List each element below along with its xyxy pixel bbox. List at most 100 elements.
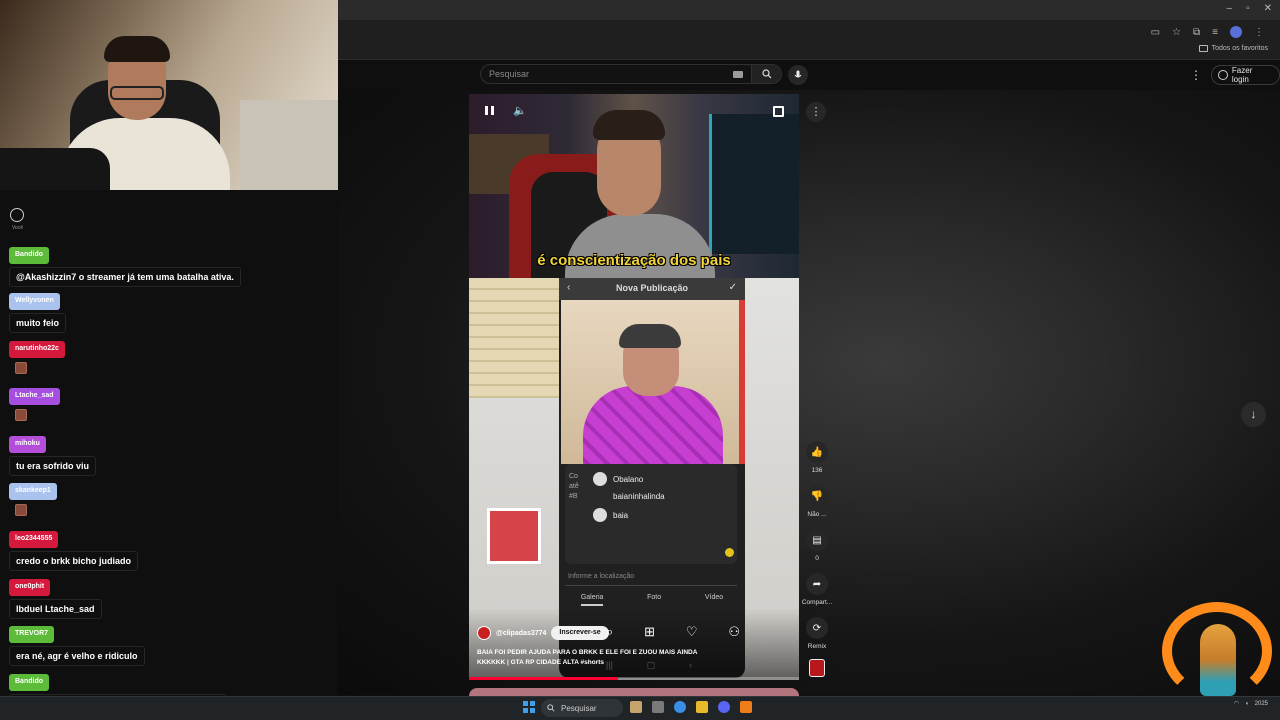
app-heart-icon: ♡ [685, 624, 698, 639]
share-button[interactable]: ➦ [806, 573, 828, 595]
search-button[interactable] [751, 65, 781, 83]
chat-message: mihoku tu era sofrido viu [9, 432, 97, 476]
chat-text: tu era sofrido viu [9, 456, 97, 476]
minimize-button[interactable]: – [1227, 3, 1233, 14]
settings-menu-icon[interactable]: ⋮ [1190, 68, 1202, 82]
next-short-button[interactable]: ↓ [1241, 402, 1266, 427]
voice-search-button[interactable] [788, 65, 808, 85]
chat-username[interactable]: narutinho22c [9, 341, 65, 358]
chat-message: one0phit Ibduel Ltache_sad [9, 575, 102, 619]
character-hair [619, 324, 681, 348]
chat-message: Bandido @Akashizzin7 o streamer já tem um… [9, 243, 241, 287]
phone-tab-photo: Foto [647, 594, 662, 601]
short-video-bottom[interactable]: ‹ Nova Publicação ✓ Co atê #B Obalano baia… [469, 278, 799, 680]
task-view-icon[interactable] [652, 701, 664, 713]
chat-emote-icon [15, 362, 27, 374]
account-icon [1218, 70, 1228, 80]
chat-username[interactable]: skankeep1 [9, 483, 57, 500]
vlc-icon[interactable] [740, 701, 752, 713]
like-label: 136 [811, 467, 823, 474]
chat-emote-icon [15, 504, 27, 516]
pause-button[interactable] [485, 106, 495, 118]
channel-name[interactable]: @clipadas3774 [496, 630, 546, 637]
screen: – ▫ ✕ ▭ ☆ ⧉ ≡ ⋮ Todos os favoritos Pesqu… [0, 0, 1280, 720]
media-icon[interactable]: ≡ [1212, 27, 1218, 38]
cast-icon[interactable]: ▭ [1151, 27, 1160, 38]
search-input[interactable]: Pesquisar [480, 64, 782, 84]
maximize-button[interactable]: ▫ [1246, 3, 1250, 14]
star-icon[interactable]: ☆ [1172, 27, 1181, 38]
character-hoodie [583, 386, 723, 464]
close-button[interactable]: ✕ [1264, 3, 1272, 14]
short-more-button[interactable]: ⋮ [806, 102, 826, 122]
phone-mention-dropdown: Co atê #B Obalano baianinhalinda baia [565, 464, 737, 564]
like-button[interactable]: 👍 [806, 441, 828, 463]
chat-message: narutinho22c [9, 337, 65, 374]
chat-emote-icon [15, 409, 27, 421]
dislike-button[interactable]: 👎 [806, 485, 828, 507]
dropdown-item-label: baianinhalinda [613, 492, 665, 501]
comments-button[interactable]: ▤ [806, 529, 828, 551]
share-action: ➦ Compart... [802, 573, 832, 606]
login-button[interactable]: Fazer login [1211, 65, 1280, 85]
short-video-top[interactable]: é conscientização dos pais [469, 94, 799, 278]
fire-extinguisher-sign [487, 508, 541, 564]
chat-text: era né, agr é velho e ridiculo [9, 646, 145, 666]
remix-label: Remix [807, 643, 827, 650]
remix-action: ⟳ Remix [805, 617, 829, 650]
chat-message: skankeep1 [9, 479, 57, 516]
chat-text: Ibduel Ltache_sad [9, 599, 102, 619]
bookmarks-all[interactable]: Todos os favoritos [1198, 45, 1268, 52]
chat-username[interactable]: Bandido [9, 674, 49, 691]
chat-username[interactable]: mihoku [9, 436, 46, 453]
browser-menu-icon[interactable]: ⋮ [1254, 27, 1264, 38]
chat-message: TREVOR7 era né, agr é velho e ridiculo [9, 622, 145, 666]
character-border [739, 300, 745, 464]
share-label: Compart... [801, 599, 833, 606]
chat-text: @Akashizzin7 o streamer já tem uma batal… [9, 267, 241, 287]
chat-username[interactable]: Ltache_sad [9, 388, 60, 405]
window-controls: – ▫ ✕ [1227, 3, 1273, 14]
short-progress-bar[interactable] [469, 677, 799, 680]
chrome-icon[interactable] [674, 701, 686, 713]
webcam-camera [0, 148, 110, 190]
profile-avatar[interactable] [1230, 26, 1242, 38]
chat-text: muito feio [9, 313, 66, 333]
video-bottom-gradient [469, 608, 799, 680]
clock-date[interactable]: 2025 [1255, 701, 1268, 707]
remix-button[interactable]: ⟳ [806, 617, 828, 639]
chat-text: credo o brkk bicho judiado [9, 551, 139, 571]
video-pc-case [709, 114, 799, 254]
extensions-icon[interactable]: ⧉ [1193, 27, 1200, 38]
user-avatar [593, 508, 607, 522]
taskbar-search[interactable]: Pesquisar [541, 699, 623, 717]
dropdown-item: baia [593, 508, 628, 522]
chat-username[interactable]: Bandido [9, 247, 49, 264]
volume-tray-icon[interactable]: ◖ [1245, 701, 1249, 707]
file-explorer-icon[interactable] [696, 701, 708, 713]
chat-message: Wellyvonen muito feio [9, 289, 66, 333]
search-icon [547, 704, 555, 712]
volume-icon[interactable]: 🔈 [513, 104, 527, 117]
sound-thumbnail[interactable] [809, 659, 825, 677]
chat-username[interactable]: leo2344555 [9, 531, 59, 548]
discord-icon[interactable] [718, 701, 730, 713]
subscribe-button[interactable]: Inscrever-se [551, 626, 609, 640]
channel-avatar[interactable] [477, 626, 491, 640]
like-action: 👍 136 [805, 441, 829, 474]
phone-title-bar: ‹ Nova Publicação ✓ [559, 278, 745, 300]
chat-username[interactable]: Wellyvonen [9, 293, 60, 310]
search-icon [761, 69, 771, 79]
fullscreen-icon[interactable] [773, 106, 784, 117]
keyboard-icon[interactable] [733, 71, 743, 78]
chat-username[interactable]: one0phit [9, 579, 51, 596]
start-button[interactable] [523, 701, 535, 713]
short-description[interactable]: BAIA FOI PEDIR AJUDA PARA O BRKK E ELE F… [477, 648, 707, 668]
short-progress-fill [469, 677, 618, 680]
phone-image-preview [561, 300, 745, 464]
dropdown-side-text: Co atê #B [569, 473, 579, 500]
wifi-icon[interactable]: ◠ [1234, 700, 1239, 707]
chat-username[interactable]: TREVOR7 [9, 626, 55, 643]
widgets-icon[interactable] [630, 701, 642, 713]
phone-location-field: Informe a localização [565, 568, 737, 586]
